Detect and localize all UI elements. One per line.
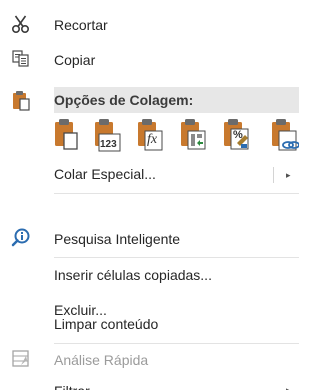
menu-item-filtrar[interactable]: Filtrar ▸ — [0, 380, 299, 390]
menu-item-recortar[interactable]: Recortar — [0, 12, 299, 40]
paste-values-badge: 123 — [100, 139, 117, 150]
paste-options-row: 123 fx % — [48, 117, 300, 159]
paste-option-formatting[interactable]: % — [221, 117, 251, 155]
menu-item-colar-especial[interactable]: Colar Especial... ▸ — [0, 161, 299, 189]
quick-analysis-icon — [10, 348, 32, 370]
menu-separator — [54, 343, 299, 344]
chevron-right-icon: ▸ — [286, 170, 291, 180]
paste-options-header-label: Opções de Colagem: — [54, 92, 194, 108]
menu-separator — [54, 257, 299, 258]
menu-item-inserir-celulas[interactable]: Inserir células copiadas... — [0, 262, 299, 290]
chevron-right-icon: ▸ — [286, 385, 291, 390]
menu-item-label: Análise Rápida — [54, 352, 149, 368]
menu-item-pesquisa-inteligente[interactable]: Pesquisa Inteligente — [0, 226, 299, 254]
menu-item-label: Filtrar — [54, 382, 90, 390]
menu-item-label: Limpar conteúdo — [54, 316, 159, 332]
menu-item-analise-rapida: Análise Rápida — [0, 347, 299, 375]
paste-formulas-badge: fx — [147, 132, 158, 147]
menu-item-limpar-conteudo[interactable]: Limpar conteúdo — [0, 311, 299, 339]
paste-option-formulas[interactable]: fx — [135, 117, 165, 155]
menu-item-label: Inserir células copiadas... — [54, 267, 212, 283]
menu-item-copiar[interactable]: Copiar — [0, 47, 299, 75]
menu-item-label: Copiar — [54, 52, 96, 68]
paste-icon — [10, 89, 32, 111]
paste-formatting-badge: % — [233, 129, 243, 141]
paste-option-values[interactable]: 123 — [92, 117, 122, 155]
paste-option-transpose[interactable] — [178, 117, 208, 155]
menu-item-label: Recortar — [54, 17, 108, 33]
copy-icon — [10, 48, 32, 70]
paste-options-header: Opções de Colagem: — [54, 87, 299, 113]
menu-item-label: Pesquisa Inteligente — [54, 231, 181, 247]
paste-option-keep[interactable] — [52, 117, 82, 155]
submenu-separator — [273, 167, 274, 183]
scissors-icon — [10, 13, 32, 35]
menu-item-label: Colar Especial... — [54, 166, 156, 182]
context-menu: Recortar Copiar Opções de Colagem: 123 f… — [0, 0, 300, 390]
paste-option-link[interactable] — [269, 117, 300, 155]
smart-lookup-icon — [10, 227, 32, 249]
menu-separator — [54, 193, 299, 194]
